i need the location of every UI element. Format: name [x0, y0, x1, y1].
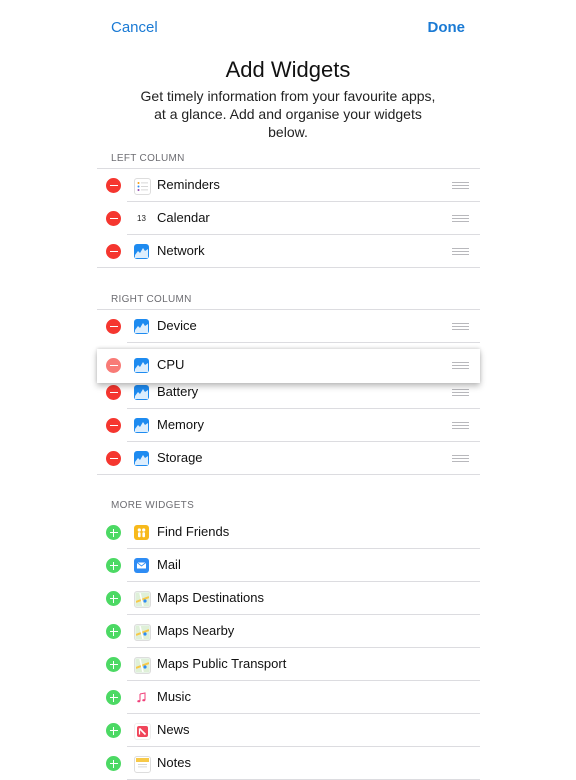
- section-header-more-widgets: MORE WIDGETS: [111, 500, 195, 511]
- widget-row-find-friends: Find Friends: [97, 516, 480, 549]
- widget-row-reminders: Reminders: [97, 169, 480, 202]
- stats-icon: [134, 319, 149, 334]
- remove-button[interactable]: [106, 244, 121, 259]
- add-button[interactable]: [106, 690, 121, 705]
- reorder-handle[interactable]: [452, 248, 469, 255]
- mail-icon: [134, 558, 149, 573]
- news-icon: [134, 723, 151, 740]
- widget-row-maps-public-transport: Maps Public Transport: [97, 648, 480, 681]
- remove-button[interactable]: [106, 358, 121, 373]
- widget-label: CPU: [157, 357, 185, 372]
- add-button[interactable]: [106, 756, 121, 771]
- find-friends-icon: [134, 525, 149, 540]
- widget-label: Mail: [157, 557, 181, 572]
- stats-icon: [134, 244, 149, 259]
- widget-label: Network: [157, 243, 205, 258]
- section-header-right-column: RIGHT COLUMN: [111, 294, 192, 305]
- widget-row-notes: Notes: [97, 747, 480, 780]
- widget-row-device: Device: [97, 310, 480, 343]
- reorder-handle[interactable]: [452, 389, 469, 396]
- calendar-icon: 13: [134, 211, 149, 226]
- add-button[interactable]: [106, 723, 121, 738]
- widget-label: Maps Nearby: [157, 623, 235, 638]
- section-header-left-column: LEFT COLUMN: [111, 153, 185, 164]
- widget-label: News: [157, 722, 190, 737]
- notes-icon: [134, 756, 151, 773]
- widget-label: Memory: [157, 417, 204, 432]
- reorder-handle[interactable]: [452, 362, 469, 369]
- maps-icon: [134, 624, 151, 641]
- widget-label: Maps Destinations: [157, 590, 264, 605]
- widget-row-news: News: [97, 714, 480, 747]
- remove-button[interactable]: [106, 418, 121, 433]
- remove-button[interactable]: [106, 178, 121, 193]
- widget-row-calendar: 13 Calendar: [97, 202, 480, 235]
- add-button[interactable]: [106, 591, 121, 606]
- remove-button[interactable]: [106, 451, 121, 466]
- widget-label: Device: [157, 318, 197, 333]
- widget-row-music: Music: [97, 681, 480, 714]
- widget-label: Find Friends: [157, 524, 230, 539]
- stats-icon: [134, 418, 149, 433]
- reorder-handle[interactable]: [452, 182, 469, 189]
- stats-icon: [134, 385, 149, 400]
- widget-label: Maps Public Transport: [157, 656, 287, 671]
- remove-button[interactable]: [106, 211, 121, 226]
- stats-icon: [134, 358, 149, 373]
- reorder-handle[interactable]: [452, 455, 469, 462]
- add-button[interactable]: [106, 624, 121, 639]
- stats-icon: [134, 451, 149, 466]
- widget-row-maps-nearby: Maps Nearby: [97, 615, 480, 648]
- reminders-icon: [134, 178, 151, 195]
- widget-row-cpu-dragging[interactable]: CPU: [97, 349, 480, 383]
- remove-button[interactable]: [106, 385, 121, 400]
- widget-row-mail: Mail: [97, 549, 480, 582]
- reorder-handle[interactable]: [452, 323, 469, 330]
- widget-label: Battery: [157, 384, 199, 399]
- cancel-button[interactable]: Cancel: [111, 19, 158, 36]
- widget-label: Reminders: [157, 177, 220, 192]
- add-button[interactable]: [106, 558, 121, 573]
- widget-row-memory: Memory: [97, 409, 480, 442]
- remove-button[interactable]: [106, 319, 121, 334]
- widget-row-network: Network: [97, 235, 480, 268]
- done-button[interactable]: Done: [428, 19, 466, 36]
- widget-label: Music: [157, 689, 191, 704]
- widget-row-maps-destinations: Maps Destinations: [97, 582, 480, 615]
- music-icon: [134, 690, 149, 705]
- calendar-icon-date: 13: [137, 214, 146, 223]
- reorder-handle[interactable]: [452, 422, 469, 429]
- page-subtitle: Get timely information from your favouri…: [140, 88, 436, 140]
- add-button[interactable]: [106, 525, 121, 540]
- widget-label: Storage: [157, 450, 203, 465]
- widget-row-storage: Storage: [97, 442, 480, 475]
- page-title: Add Widgets: [225, 57, 351, 82]
- reorder-handle[interactable]: [452, 215, 469, 222]
- widget-label: Calendar: [157, 210, 210, 225]
- add-button[interactable]: [106, 657, 121, 672]
- maps-icon: [134, 591, 151, 608]
- maps-icon: [134, 657, 151, 674]
